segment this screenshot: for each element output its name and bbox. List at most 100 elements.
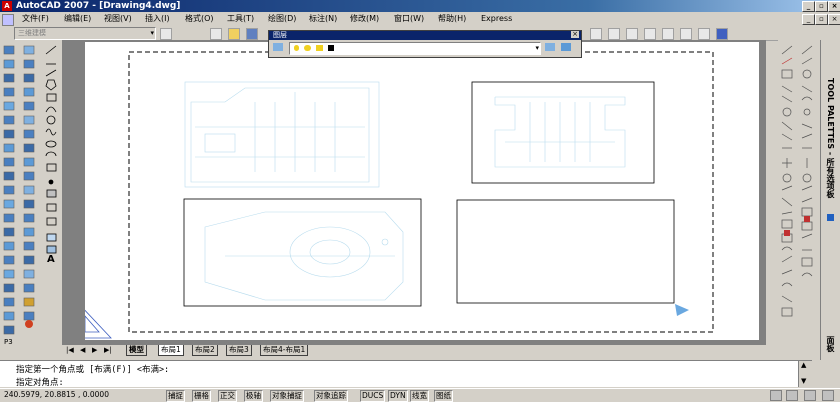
tab-layout1[interactable]: 布局1 [158,345,184,356]
ducs-toggle[interactable]: DUCS [360,390,386,402]
tab-model[interactable]: 模型 [126,345,147,356]
sheetset-icon[interactable] [662,28,674,40]
menu-tools[interactable]: 工具(T) [225,13,256,25]
menu-file[interactable]: 文件(F) [20,13,51,25]
communication-icon[interactable] [786,390,798,401]
viewport-top-right-drawing [494,96,626,168]
bulb-icon [294,45,299,51]
layout-drawing[interactable] [78,42,759,340]
menu-format[interactable]: 格式(O) [183,13,216,25]
menu-dimension[interactable]: 标注(N) [307,13,339,25]
toolpalette-icon[interactable] [644,28,656,40]
lock-icon [316,45,323,51]
layer-manager-icon[interactable] [273,43,283,51]
lock-icon[interactable] [770,390,782,401]
layer-toolbar-title: 图层 [273,31,287,39]
settings-icon[interactable] [160,28,172,40]
menu-window[interactable]: 窗口(W) [392,13,426,25]
modify-toolbar-icons[interactable] [778,40,820,356]
command-prompt-line[interactable]: 指定对角点: [16,376,64,388]
minimize-icon[interactable]: _ [802,1,815,12]
svg-text:P3: P3 [4,338,13,346]
layout-paper[interactable] [78,42,759,340]
doc-minimize-icon[interactable]: _ [802,14,815,25]
layer-toolbar-header: 图层 × [269,31,581,40]
viewport-bottom-left [183,198,422,307]
coordinate-readout: 240.5979, 20.8815 , 0.0000 [4,390,109,399]
osnap-toggle[interactable]: 对象捕捉 [270,390,304,402]
close-icon[interactable]: × [828,1,840,12]
polar-toggle[interactable]: 极轴 [244,390,263,402]
menu-bar: 文件(F) 编辑(E) 视图(V) 插入(I) 格式(O) 工具(T) 绘图(D… [0,12,840,26]
match-icon[interactable] [590,28,602,40]
scroll-up-icon[interactable]: ▲ [801,361,806,369]
open-icon[interactable] [228,28,240,40]
settings-icon[interactable] [804,390,816,401]
clean-screen-icon[interactable] [822,390,834,401]
menu-insert[interactable]: 插入(I) [143,13,172,25]
make-current-icon[interactable] [545,43,555,51]
help-icon[interactable] [716,28,728,40]
ucs-triangle-icon [78,302,112,339]
chevron-down-icon: ▾ [535,44,539,52]
status-bar: 240.5979, 20.8815 , 0.0000 捕捉 栅格 正交 极轴 对… [0,388,840,402]
ortho-toggle[interactable]: 正交 [218,390,237,402]
designcenter-icon[interactable] [626,28,638,40]
new-icon[interactable] [210,28,222,40]
grid-toggle[interactable]: 栅格 [192,390,211,402]
restore-icon[interactable]: ▫ [815,1,828,12]
tab-next-icon[interactable]: ▶ [92,346,97,354]
scroll-down-icon[interactable]: ▼ [801,377,806,385]
menu-edit[interactable]: 编辑(E) [62,13,93,25]
layer-toolbar: 图层 × ▾ [268,30,582,58]
tool-palette-label: TOOL PALETTES - 所有选项板 [826,78,835,199]
snap-toggle[interactable]: 捕捉 [166,390,185,402]
menu-view[interactable]: 视图(V) [102,13,134,25]
tab-last-icon[interactable]: ▶| [104,346,112,354]
viewport-bottom-left-drawing [204,211,404,301]
properties-icon[interactable] [608,28,620,40]
left-toolbars: A P3 [0,40,62,356]
tab-layout4[interactable]: 布局4-布局1 [260,345,309,356]
tab-layout3[interactable]: 布局3 [226,345,252,356]
workspace-combo-label: 三维建模 [18,29,46,37]
doc-close-icon[interactable]: × [828,14,840,25]
save-icon[interactable] [246,28,258,40]
layout-tab-bar: |◀ ◀ ▶ ▶| 模型 布局1 布局2 布局3 布局4-布局1 [62,345,766,356]
document-icon[interactable] [2,14,14,26]
command-scrollbar[interactable]: ▲ ▼ [798,361,812,387]
markup-icon[interactable] [680,28,692,40]
close-icon[interactable]: × [571,31,579,38]
menu-help[interactable]: 帮助(H) [436,13,468,25]
right-toolbars [778,40,820,356]
tab-prev-icon[interactable]: ◀ [80,346,85,354]
autocad-app-icon[interactable]: A [2,1,12,11]
workspace-combo[interactable]: 三维建模 ▾ [14,27,156,40]
tool-palette-strip[interactable]: TOOL PALETTES - 所有选项板 面板 [820,40,840,360]
tab-first-icon[interactable]: |◀ [66,346,74,354]
tab-layout2[interactable]: 布局2 [192,345,218,356]
lineweight-toggle[interactable]: 线宽 [410,390,429,402]
otrack-toggle[interactable]: 对象追踪 [314,390,348,402]
menu-draw[interactable]: 绘图(D) [266,13,298,25]
left-toolbar-icons[interactable]: A P3 [0,40,62,356]
command-history-line: 指定第一个角点或 [布满(F)] <布满>: [16,365,170,375]
cursor-arrow-icon [675,304,689,316]
menu-express[interactable]: Express [479,13,514,25]
command-window[interactable]: 指定第一个角点或 [布满(F)] <布满>: 指定对角点: ▲ ▼ [0,360,812,388]
paper-toggle[interactable]: 图纸 [434,390,453,402]
panel-tab-label[interactable]: 面板 [825,336,836,352]
palette-icon[interactable] [827,214,834,221]
menu-modify[interactable]: 修改(M) [348,13,381,25]
layer-previous-icon[interactable] [561,43,571,51]
calculator-icon[interactable] [698,28,710,40]
doc-restore-icon[interactable]: ▫ [815,14,828,25]
chevron-down-icon: ▾ [150,29,154,37]
viewport-bottom-right [456,199,675,304]
layer-combo[interactable]: ▾ [289,42,541,55]
title-bar: A AutoCAD 2007 - [Drawing4.dwg] _ ▫ × [0,0,840,12]
dyn-toggle[interactable]: DYN [388,390,408,402]
svg-text:A: A [47,254,55,265]
color-swatch-icon [328,45,334,51]
viewport-top-left-drawing [184,81,380,188]
